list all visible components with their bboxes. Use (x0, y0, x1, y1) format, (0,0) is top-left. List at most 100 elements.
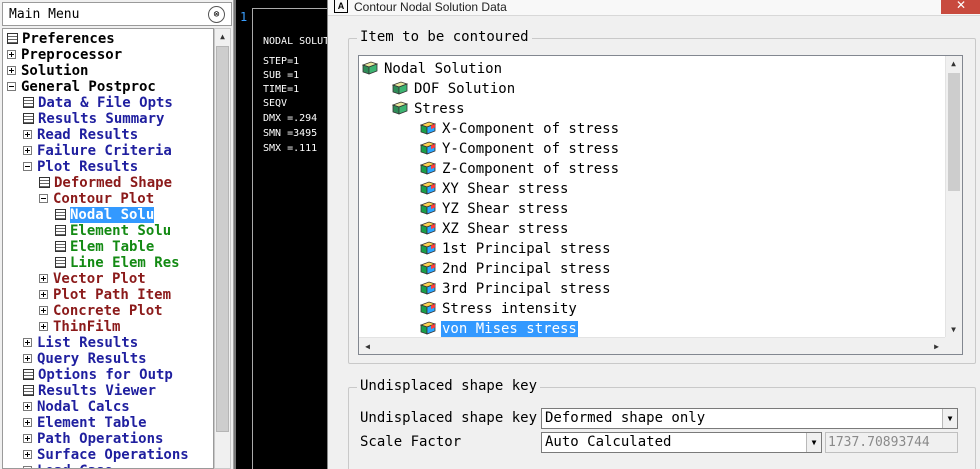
expand-icon[interactable] (39, 273, 48, 283)
expand-icon[interactable] (23, 433, 32, 443)
window-number: 1 (240, 10, 248, 24)
menu-item-plot-path-item[interactable]: Plot Path Item (39, 287, 171, 303)
collapse-menu-icon[interactable]: ⊗ (208, 6, 225, 23)
close-button[interactable]: ✕ (941, 0, 980, 14)
expand-icon[interactable] (7, 65, 16, 75)
expand-icon[interactable] (7, 49, 16, 59)
menu-item-label: Plot Results (37, 159, 139, 175)
expand-icon[interactable] (23, 401, 32, 411)
expand-icon[interactable] (23, 145, 32, 155)
menu-item-query-results[interactable]: Query Results (23, 351, 147, 367)
menu-item-read-results[interactable]: Read Results (23, 127, 138, 143)
menu-item-contour-plot[interactable]: Contour Plot (39, 191, 154, 207)
tree-item-x-component-of-stress[interactable]: X-Component of stress (419, 120, 620, 138)
menu-item-options-for-outp[interactable]: Options for Outp (23, 367, 173, 383)
scroll-down-arrow-icon[interactable]: ▼ (946, 325, 961, 334)
menu-item-nodal-calcs[interactable]: Nodal Calcs (23, 399, 130, 415)
expand-icon[interactable] (23, 337, 32, 347)
tree-item-xz-shear-stress[interactable]: XZ Shear stress (419, 220, 569, 238)
menu-item-preferences[interactable]: Preferences (7, 31, 115, 47)
results-tree: Nodal Solution DOF Solution Stress X-Compon… (358, 55, 963, 355)
menu-item-nodal-solu[interactable]: Nodal Solu (55, 207, 155, 223)
tree-item-label: Y-Component of stress (442, 141, 620, 157)
scroll-up-arrow-icon[interactable]: ▲ (215, 29, 230, 45)
scale-factor-input[interactable]: 1737.70893744 (825, 432, 958, 453)
tree-item-yz-shear-stress[interactable]: YZ Shear stress (419, 200, 569, 218)
shape-key-value: Deformed shape only (545, 410, 706, 426)
expand-icon[interactable] (23, 417, 32, 427)
menu-item-path-operations[interactable]: Path Operations (23, 431, 163, 447)
tree-item-stress-intensity[interactable]: Stress intensity (419, 300, 578, 318)
expand-icon[interactable] (39, 321, 48, 331)
contour-cube-icon (419, 141, 437, 155)
scrollbar-corner (945, 337, 962, 354)
chevron-down-icon[interactable]: ▼ (942, 409, 957, 428)
menu-item-label: ThinFilm (53, 319, 121, 335)
tree-item-1st-principal-stress[interactable]: 1st Principal stress (419, 240, 612, 258)
menu-item-thinfilm[interactable]: ThinFilm (39, 319, 120, 335)
collapse-icon[interactable] (7, 81, 16, 91)
menu-item-load-case[interactable]: Load Case (23, 463, 113, 468)
menu-item-label: Results Summary (38, 111, 165, 127)
menu-item-data-file-opts[interactable]: Data & File Opts (23, 95, 173, 111)
tree-scrollbar-thumb[interactable] (948, 73, 960, 191)
graphics-label: TIME=1 (263, 84, 300, 95)
menu-item-line-elem-res[interactable]: Line Elem Res (55, 255, 180, 271)
dialog-title: Contour Nodal Solution Data (354, 0, 507, 14)
graphics-label: SEQV (263, 98, 288, 109)
menu-item-preprocessor[interactable]: Preprocessor (7, 47, 122, 63)
expand-icon[interactable] (23, 129, 32, 139)
command-icon (39, 176, 50, 188)
main-menu-tree: Preferences Preprocessor Solution General P… (2, 28, 214, 469)
tree-vertical-scrollbar[interactable]: ▲ ▼ (945, 56, 962, 337)
tree-item-dof-solution[interactable]: DOF Solution (391, 80, 516, 98)
menu-item-element-table[interactable]: Element Table (23, 415, 147, 431)
menu-item-failure-criteria[interactable]: Failure Criteria (23, 143, 172, 159)
chevron-down-icon[interactable]: ▼ (806, 433, 821, 452)
tree-item-xy-shear-stress[interactable]: XY Shear stress (419, 180, 569, 198)
tree-item-von-mises-stress[interactable]: von Mises stress (419, 320, 578, 338)
scroll-right-arrow-icon[interactable]: ▶ (929, 342, 944, 351)
menu-item-plot-results[interactable]: Plot Results (23, 159, 138, 175)
menu-item-solution[interactable]: Solution (7, 63, 88, 79)
menu-item-deformed-shape[interactable]: Deformed Shape (39, 175, 172, 191)
expand-icon[interactable] (23, 449, 32, 459)
menu-item-results-viewer[interactable]: Results Viewer (23, 383, 156, 399)
tree-item-y-component-of-stress[interactable]: Y-Component of stress (419, 140, 620, 158)
menu-item-results-summary[interactable]: Results Summary (23, 111, 164, 127)
expand-icon[interactable] (39, 289, 48, 299)
tree-item-label: YZ Shear stress (442, 201, 569, 217)
menu-item-label: Data & File Opts (38, 95, 173, 111)
collapse-icon[interactable] (23, 161, 32, 171)
menu-item-general-postproc[interactable]: General Postproc (7, 79, 156, 95)
menu-item-list-results[interactable]: List Results (23, 335, 138, 351)
menu-item-vector-plot[interactable]: Vector Plot (39, 271, 146, 287)
main-menu-panel: Main Menu ⊗ Preferences Preprocessor Solut… (0, 0, 234, 469)
expand-icon[interactable] (39, 305, 48, 315)
menu-item-element-solu[interactable]: Element Solu (55, 223, 171, 239)
tree-horizontal-scrollbar[interactable]: ◀ ▶ (359, 337, 945, 354)
tree-item-label: Nodal Solution (384, 61, 503, 77)
contour-cube-icon (419, 301, 437, 315)
scrollbar-thumb[interactable] (216, 46, 229, 432)
expand-icon[interactable] (23, 353, 32, 363)
main-menu-scrollbar[interactable]: ▲ (214, 28, 231, 469)
tree-item-3rd-principal-stress[interactable]: 3rd Principal stress (419, 280, 612, 298)
menu-item-label: Element Table (37, 415, 147, 431)
tree-item-z-component-of-stress[interactable]: Z-Component of stress (419, 160, 620, 178)
tree-item-stress[interactable]: Stress (391, 100, 466, 118)
scale-factor-select[interactable]: Auto Calculated ▼ (541, 432, 822, 453)
collapse-icon[interactable] (39, 193, 48, 203)
tree-item-label: Stress intensity (442, 301, 577, 317)
tree-item-2nd-principal-stress[interactable]: 2nd Principal stress (419, 260, 612, 278)
scroll-up-arrow-icon[interactable]: ▲ (946, 59, 961, 68)
expand-icon[interactable] (23, 465, 32, 468)
command-icon (23, 384, 34, 396)
menu-item-surface-operations[interactable]: Surface Operations (23, 447, 189, 463)
shape-key-select[interactable]: Deformed shape only ▼ (541, 408, 958, 429)
scroll-left-arrow-icon[interactable]: ◀ (360, 342, 375, 351)
tree-item-nodal-solution[interactable]: Nodal Solution (361, 60, 503, 78)
menu-item-elem-table[interactable]: Elem Table (55, 239, 154, 255)
ansys-logo-icon: A (334, 0, 348, 13)
menu-item-concrete-plot[interactable]: Concrete Plot (39, 303, 163, 319)
